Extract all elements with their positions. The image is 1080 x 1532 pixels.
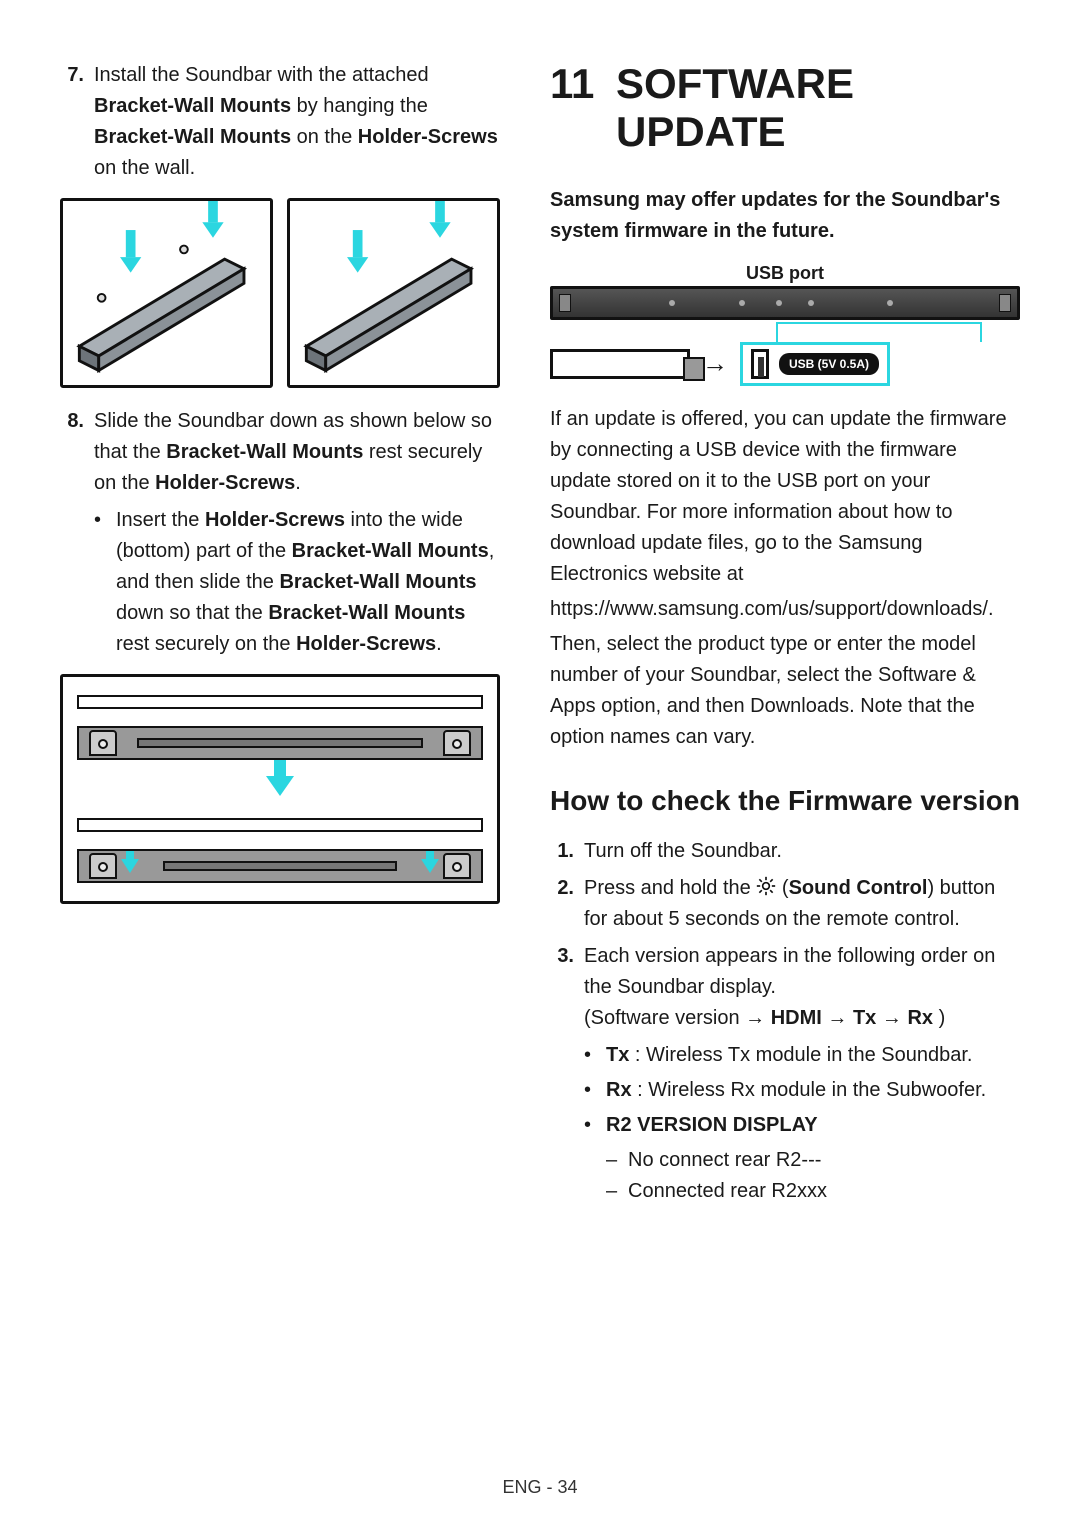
step-7: 7. Install the Soundbar with the attache… bbox=[60, 60, 500, 184]
fw-step-3-bullet-r2: • R2 VERSION DISPLAY bbox=[584, 1110, 1020, 1141]
bracket-icon bbox=[443, 853, 471, 879]
rail-body-icon bbox=[77, 726, 483, 760]
section-title: 11 SOFTWARE UPDATE bbox=[550, 60, 1020, 157]
dash-icon: – bbox=[606, 1145, 628, 1176]
rail-top-icon bbox=[77, 695, 483, 709]
usb-port-slot-icon bbox=[751, 349, 769, 379]
step-8-number: 8. bbox=[60, 406, 94, 499]
arrow-right-icon: → bbox=[745, 1007, 765, 1029]
cyan-arrow-icon bbox=[202, 201, 223, 238]
firmware-check-heading: How to check the Firmware version bbox=[550, 783, 1020, 818]
arrow-right-icon: → bbox=[882, 1007, 902, 1029]
fw-step-1: 1. Turn off the Soundbar. bbox=[550, 836, 1020, 867]
fw-step-2-text: Press and hold the (Sound Control) butto… bbox=[584, 873, 1020, 935]
isometric-bar-icon bbox=[290, 201, 497, 385]
figure-install-mounts bbox=[60, 198, 500, 388]
step-8: 8. Slide the Soundbar down as shown belo… bbox=[60, 406, 500, 499]
lead-text: Samsung may offer updates for the Soundb… bbox=[550, 185, 1020, 247]
fw-step-3-dash-1: – No connect rear R2--- bbox=[606, 1145, 1020, 1176]
rail-seg-icon bbox=[163, 861, 397, 871]
dash-icon: – bbox=[606, 1176, 628, 1207]
arrow-right-icon: → bbox=[702, 348, 728, 379]
fw-step-3-number: 3. bbox=[550, 941, 584, 1034]
cyan-arrow-down-icon bbox=[121, 859, 139, 873]
fw-step-3-dash-2: – Connected rear R2xxx bbox=[606, 1176, 1020, 1207]
rail-seg-icon bbox=[137, 738, 423, 748]
fw-step-3-text: Each version appears in the following or… bbox=[584, 941, 1020, 1034]
bullet-icon: • bbox=[584, 1040, 606, 1071]
step-8-text: Slide the Soundbar down as shown below s… bbox=[94, 406, 500, 499]
section-title-text: SOFTWARE UPDATE bbox=[616, 60, 1020, 157]
section-number: 11 bbox=[550, 60, 616, 157]
cyan-arrow-icon bbox=[347, 230, 368, 273]
bracket-icon bbox=[443, 730, 471, 756]
update-url: https://www.samsung.com/us/support/downl… bbox=[550, 594, 1020, 625]
bracket-icon bbox=[89, 853, 117, 879]
rail-body-icon bbox=[77, 849, 483, 883]
fw-step-3-bullet-rx: • Rx : Wireless Rx module in the Subwoof… bbox=[584, 1075, 1020, 1106]
isometric-bar-icon bbox=[63, 201, 270, 385]
rail-top-icon bbox=[77, 818, 483, 832]
step-7-text: Install the Soundbar with the attached B… bbox=[94, 60, 500, 184]
figure-install-right bbox=[287, 198, 500, 388]
update-paragraph-2: Then, select the product type or enter t… bbox=[550, 629, 1020, 753]
cyan-arrow-down-icon bbox=[266, 776, 294, 796]
step-8-bullet-text: Insert the Holder-Screws into the wide (… bbox=[116, 505, 500, 660]
arrow-right-icon: → bbox=[827, 1007, 847, 1029]
fw-step-1-text: Turn off the Soundbar. bbox=[584, 836, 1020, 867]
fw-step-2: 2. Press and hold the (Sound Control) bu… bbox=[550, 873, 1020, 935]
page-footer: ENG - 34 bbox=[0, 1477, 1080, 1498]
center-arrow bbox=[77, 776, 483, 801]
bullet-icon: • bbox=[584, 1110, 606, 1141]
bullet-icon: • bbox=[584, 1075, 606, 1106]
step-7-number: 7. bbox=[60, 60, 94, 184]
fw-step-3: 3. Each version appears in the following… bbox=[550, 941, 1020, 1034]
gear-icon bbox=[756, 875, 776, 895]
screw-icon bbox=[180, 246, 188, 254]
bracket-icon bbox=[89, 730, 117, 756]
cyan-arrow-icon bbox=[429, 201, 450, 238]
usb-port-highlight: USB (5V 0.5A) bbox=[740, 342, 890, 386]
usb-badge: USB (5V 0.5A) bbox=[779, 353, 879, 375]
soundbar-rear-icon bbox=[550, 286, 1020, 320]
fw-step-2-number: 2. bbox=[550, 873, 584, 935]
fw-step-3-bullet-tx: • Tx : Wireless Tx module in the Soundba… bbox=[584, 1040, 1020, 1071]
fw-step-1-number: 1. bbox=[550, 836, 584, 867]
screw-icon bbox=[98, 294, 106, 302]
usb-stick-icon bbox=[550, 349, 690, 379]
cyan-arrow-icon bbox=[120, 230, 141, 273]
figure-slide-down bbox=[60, 674, 500, 904]
figure-install-left bbox=[60, 198, 273, 388]
update-paragraph-1: If an update is offered, you can update … bbox=[550, 404, 1020, 590]
cyan-arrow-down-icon bbox=[421, 859, 439, 873]
step-8-bullet: • Insert the Holder-Screws into the wide… bbox=[94, 505, 500, 660]
usb-port-label: USB port bbox=[550, 263, 1020, 284]
bullet-icon: • bbox=[94, 505, 116, 660]
usb-callout-line-icon bbox=[550, 322, 1020, 342]
figure-usb-update: USB port → USB (5V 0.5A) bbox=[550, 263, 1020, 386]
